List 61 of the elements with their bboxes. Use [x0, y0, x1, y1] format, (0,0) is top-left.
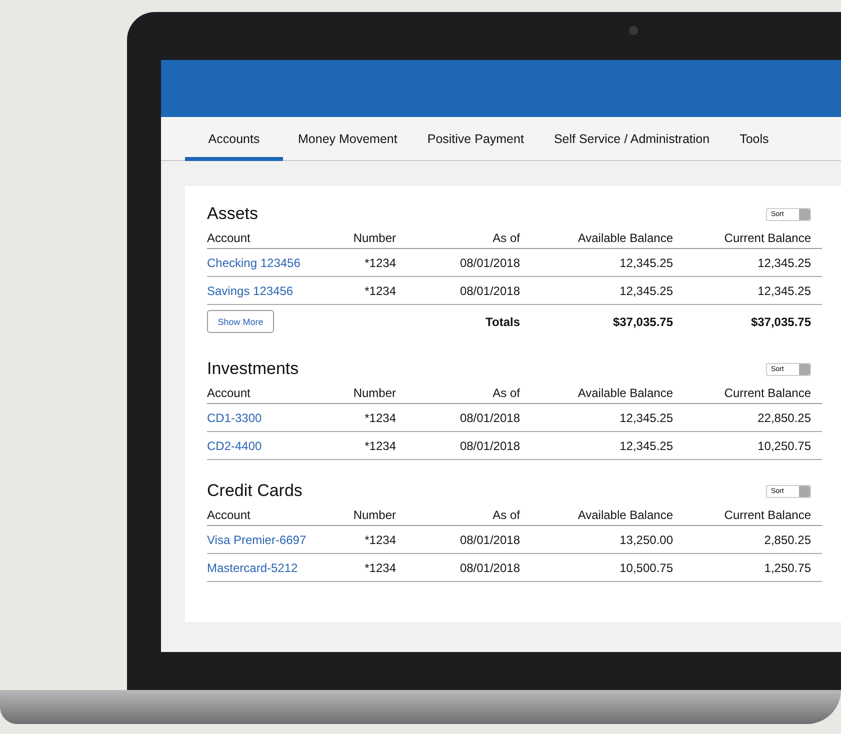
- table-cell: 13,250.00: [620, 532, 673, 546]
- table-cell: $37,035.75: [612, 314, 673, 328]
- column-header: Available Balance: [578, 508, 673, 522]
- table-cell: 1,250.75: [764, 560, 811, 574]
- nav-tab[interactable]: Tools: [724, 117, 784, 161]
- section-title: Credit Cards: [207, 481, 302, 501]
- column-header: Account: [207, 231, 250, 245]
- stepper-icon: [799, 208, 810, 220]
- table-cell: $37,035.75: [750, 314, 811, 328]
- table-cell: 08/01/2018: [460, 560, 520, 574]
- stepper-icon: [799, 486, 810, 496]
- table-cell: 2,850.25: [764, 532, 811, 546]
- column-header: Account: [207, 508, 250, 522]
- table-cell: 10,500.75: [620, 560, 673, 574]
- table-cell: *1234: [364, 284, 396, 298]
- column-header: As of: [492, 386, 520, 400]
- table-cell: 08/01/2018: [460, 410, 520, 424]
- table-cell: 08/01/2018: [460, 256, 520, 270]
- nav-tab[interactable]: Positive Payment: [412, 117, 539, 161]
- table-cell: 12,345.25: [758, 284, 811, 298]
- section-title: Assets: [207, 204, 258, 224]
- stepper-icon: [799, 364, 810, 374]
- nav-tab[interactable]: Self Service / Administration: [538, 117, 725, 161]
- account-link[interactable]: CD2-4400: [207, 438, 262, 452]
- column-header: As of: [492, 508, 520, 522]
- table-cell: 12,345.25: [620, 410, 673, 424]
- table-cell: 12,345.25: [620, 438, 673, 452]
- account-link[interactable]: Visa Premier-6697: [207, 532, 306, 546]
- nav-tab[interactable]: Money Movement: [283, 117, 412, 161]
- column-header: Number: [353, 508, 396, 522]
- column-header: Account: [207, 386, 250, 400]
- nav-tab[interactable]: Accounts: [185, 117, 283, 161]
- table-cell: *1234: [364, 438, 396, 452]
- table-cell: 22,850.25: [758, 410, 811, 424]
- table-cell: *1234: [364, 256, 396, 270]
- column-header: Available Balance: [578, 231, 673, 245]
- table-cell: *1234: [364, 410, 396, 424]
- table-cell: 12,345.25: [620, 256, 673, 270]
- camera-icon: [629, 26, 638, 35]
- table-cell: 12,345.25: [620, 284, 673, 298]
- table-cell: 08/01/2018: [460, 284, 520, 298]
- column-header: Current Balance: [724, 508, 811, 522]
- table-cell: 10,250.75: [758, 438, 811, 452]
- column-header: As of: [492, 231, 520, 245]
- column-header: Current Balance: [724, 386, 811, 400]
- table-cell: *1234: [364, 560, 396, 574]
- account-link[interactable]: CD1-3300: [207, 410, 262, 424]
- table-cell: 08/01/2018: [460, 438, 520, 452]
- column-header: Available Balance: [578, 386, 673, 400]
- account-link[interactable]: Checking 123456: [207, 256, 300, 270]
- totals-label: Totals: [486, 314, 520, 328]
- column-header: Number: [353, 231, 396, 245]
- table-cell: 12,345.25: [758, 256, 811, 270]
- column-header: Number: [353, 386, 396, 400]
- column-header: Current Balance: [724, 231, 811, 245]
- table-cell: *1234: [364, 532, 396, 546]
- account-link[interactable]: Savings 123456: [207, 284, 294, 298]
- table-cell: 08/01/2018: [460, 532, 520, 546]
- account-link[interactable]: Mastercard-5212: [207, 560, 298, 574]
- section-title: Investments: [207, 359, 299, 379]
- show-more-button[interactable]: Show More: [207, 310, 274, 333]
